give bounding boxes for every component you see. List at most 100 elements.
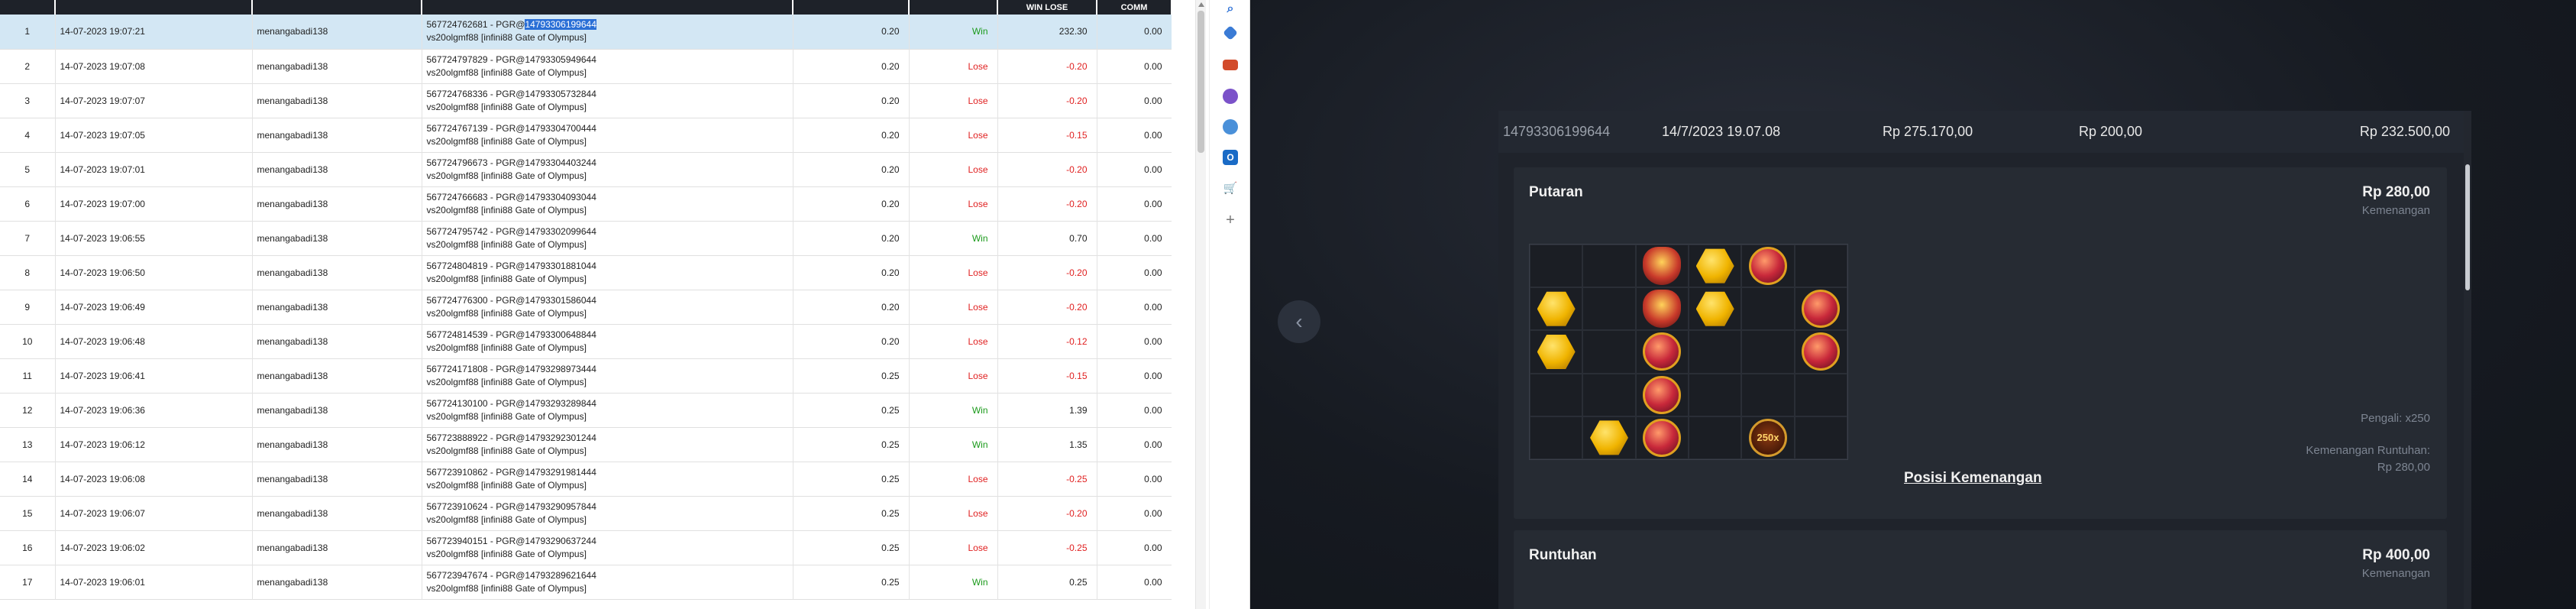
transaction-id-line: 567724130100 - PGR@14793293289844 (427, 397, 788, 410)
people-icon[interactable] (1223, 89, 1238, 104)
table-row[interactable]: 7 14-07-2023 19:06:55 menangabadi138 567724… (0, 221, 1172, 255)
table-row[interactable]: 17 14-07-2023 19:06:01 menangabadi138 56772… (0, 565, 1172, 599)
transaction-id: 567724766683 - PGR@14793304093044 (426, 191, 596, 202)
transaction-game: vs20olgmf88 [infini88 Gate of Olympus] (426, 342, 587, 353)
cell-result: Lose (909, 255, 998, 290)
transaction-id-line: 567724795742 - PGR@14793302099644 (427, 225, 788, 238)
transaction-game: vs20olgmf88 [infini88 Gate of Olympus] (426, 410, 587, 422)
cell-transaction[interactable]: 567724762681 - PGR@14793306199644 vs20olg… (422, 15, 793, 49)
search-icon[interactable]: ⌕ (1223, 2, 1238, 17)
table-row[interactable]: 3 14-07-2023 19:07:07 menangabadi138 567724… (0, 83, 1172, 118)
cell-result: Lose (909, 152, 998, 186)
table-row[interactable]: 15 14-07-2023 19:06:07 menangabadi138 56772… (0, 496, 1172, 530)
toolbox-icon[interactable] (1223, 60, 1238, 70)
transaction-id: 567723888922 - PGR@14793292301244 (426, 432, 596, 443)
cell-bet: 0.25 (793, 565, 910, 599)
table-scrollbar[interactable] (1195, 0, 1206, 609)
cell-win-lose: -0.20 (997, 83, 1097, 118)
cell-no: 4 (0, 118, 56, 152)
cell-transaction[interactable]: 567723910624 - PGR@14793290957844 vs20olg… (422, 496, 793, 530)
col-header-win-lose[interactable]: WIN LOSE (997, 0, 1097, 15)
table-row[interactable]: 2 14-07-2023 19:07:08 menangabadi138 567724… (0, 49, 1172, 83)
cell-no: 6 (0, 186, 56, 221)
cell-result: Lose (909, 358, 998, 393)
cell-comm: 0.00 (1097, 462, 1172, 496)
table-row[interactable]: 6 14-07-2023 19:07:00 menangabadi138 567724… (0, 186, 1172, 221)
cell-transaction[interactable]: 567724171808 - PGR@14793298973444 vs20olg… (422, 358, 793, 393)
cell-transaction[interactable]: 567724804819 - PGR@14793301881044 vs20olg… (422, 255, 793, 290)
cell-result: Win (909, 427, 998, 462)
cell-date: 14-07-2023 19:06:41 (55, 358, 253, 393)
cell-comm: 0.00 (1097, 49, 1172, 83)
cell-comm: 0.00 (1097, 152, 1172, 186)
previous-round-button[interactable]: ‹ (1278, 300, 1320, 343)
cart-icon[interactable]: 🛒 (1223, 180, 1238, 196)
detail-scrollbar-thumb[interactable] (2465, 164, 2470, 290)
table-row[interactable]: 16 14-07-2023 19:06:02 menangabadi138 56772… (0, 530, 1172, 565)
table-row[interactable]: 11 14-07-2023 19:06:41 menangabadi138 56772… (0, 358, 1172, 393)
cell-transaction[interactable]: 567724795742 - PGR@14793302099644 vs20olg… (422, 221, 793, 255)
table-row[interactable]: 14 14-07-2023 19:06:08 menangabadi138 56772… (0, 462, 1172, 496)
cell-transaction[interactable]: 567723947674 - PGR@14793289621644 vs20olg… (422, 565, 793, 599)
cell-date: 14-07-2023 19:07:01 (55, 152, 253, 186)
table-row[interactable]: 8 14-07-2023 19:06:50 menangabadi138 567724… (0, 255, 1172, 290)
cell-transaction[interactable]: 567724768336 - PGR@14793305732844 vs20olg… (422, 83, 793, 118)
reel-cell (1635, 330, 1689, 374)
cell-transaction[interactable]: 567723910862 - PGR@14793291981444 vs20olg… (422, 462, 793, 496)
transaction-game: vs20olgmf88 [infini88 Gate of Olympus] (426, 513, 587, 525)
table-row[interactable]: 1 14-07-2023 19:07:21 menangabadi138 567724… (0, 15, 1172, 49)
reel-cell (1794, 245, 1847, 288)
red-gem-symbol-icon (1643, 332, 1682, 371)
table-row[interactable]: 9 14-07-2023 19:06:49 menangabadi138 567724… (0, 290, 1172, 324)
plus-icon[interactable]: + (1223, 212, 1238, 228)
gold-gem-symbol-icon (1695, 291, 1734, 326)
col-header-transaction[interactable] (422, 0, 793, 15)
transaction-game: vs20olgmf88 [infini88 Gate of Olympus] (426, 135, 587, 147)
cell-transaction[interactable]: 567724814539 - PGR@14793300648844 vs20olg… (422, 324, 793, 358)
table-row[interactable]: 12 14-07-2023 19:06:36 menangabadi138 56772… (0, 393, 1172, 427)
reel-cell (1635, 287, 1689, 331)
reel-cell (1582, 287, 1636, 331)
cell-transaction[interactable]: 567723940151 - PGR@14793290637244 vs20olg… (422, 530, 793, 565)
cell-transaction[interactable]: 567724797829 - PGR@14793305949644 vs20olg… (422, 49, 793, 83)
cell-comm: 0.00 (1097, 496, 1172, 530)
cell-win-lose: 0.25 (997, 565, 1097, 599)
cell-result: Lose (909, 462, 998, 496)
detail-scrollbar[interactable] (2464, 111, 2471, 609)
cell-transaction[interactable]: 567724776300 - PGR@14793301586044 vs20olg… (422, 290, 793, 324)
table-row[interactable]: 10 14-07-2023 19:06:48 menangabadi138 56772… (0, 324, 1172, 358)
winning-positions-link[interactable]: Posisi Kemenangan (1904, 470, 2042, 487)
transaction-id: 567723910624 - PGR@14793290957844 (426, 500, 596, 512)
cell-bet: 0.25 (793, 530, 910, 565)
cell-transaction[interactable]: 567724766683 - PGR@14793304093044 vs20olg… (422, 186, 793, 221)
table-row[interactable]: 5 14-07-2023 19:07:01 menangabadi138 567724… (0, 152, 1172, 186)
col-header-date[interactable] (55, 0, 253, 15)
scrollbar-thumb[interactable] (1198, 11, 1204, 153)
transaction-id: 567724797829 - PGR@14793305949644 (426, 53, 596, 65)
cell-transaction[interactable]: 567724796673 - PGR@14793304403244 vs20olg… (422, 152, 793, 186)
transaction-game: vs20olgmf88 [infini88 Gate of Olympus] (426, 204, 587, 215)
transaction-id-line: 567723910862 - PGR@14793291981444 (427, 466, 788, 479)
putaran-amount-label: Kemenangan (2361, 204, 2430, 217)
gear-icon[interactable] (1223, 119, 1238, 134)
transaction-game: vs20olgmf88 [infini88 Gate of Olympus] (426, 307, 587, 319)
col-header-no[interactable] (0, 0, 56, 15)
col-header-user[interactable] (252, 0, 422, 15)
transaction-id: 567724130100 - PGR@14793293289844 (426, 397, 596, 409)
col-header-comm[interactable]: COMM (1097, 0, 1172, 15)
cell-transaction[interactable]: 567724130100 - PGR@14793293289844 vs20olg… (422, 393, 793, 427)
cell-no: 10 (0, 324, 56, 358)
cell-transaction[interactable]: 567723888922 - PGR@14793292301244 vs20olg… (422, 427, 793, 462)
table-row[interactable]: 4 14-07-2023 19:07:05 menangabadi138 567724… (0, 118, 1172, 152)
reel-cell (1689, 373, 1742, 416)
cell-date: 14-07-2023 19:06:50 (55, 255, 253, 290)
outlook-icon[interactable]: O (1223, 150, 1238, 165)
table-row[interactable]: 13 14-07-2023 19:06:12 menangabadi138 56772… (0, 427, 1172, 462)
cell-transaction[interactable]: 567724767139 - PGR@14793304700444 vs20olg… (422, 118, 793, 152)
tag-icon[interactable] (1223, 25, 1238, 40)
col-header-result[interactable] (909, 0, 998, 15)
red-gem-symbol-icon (1748, 247, 1787, 286)
col-header-bet[interactable] (793, 0, 910, 15)
reel-cell (1794, 330, 1847, 374)
scroll-up-icon[interactable] (1198, 2, 1204, 7)
